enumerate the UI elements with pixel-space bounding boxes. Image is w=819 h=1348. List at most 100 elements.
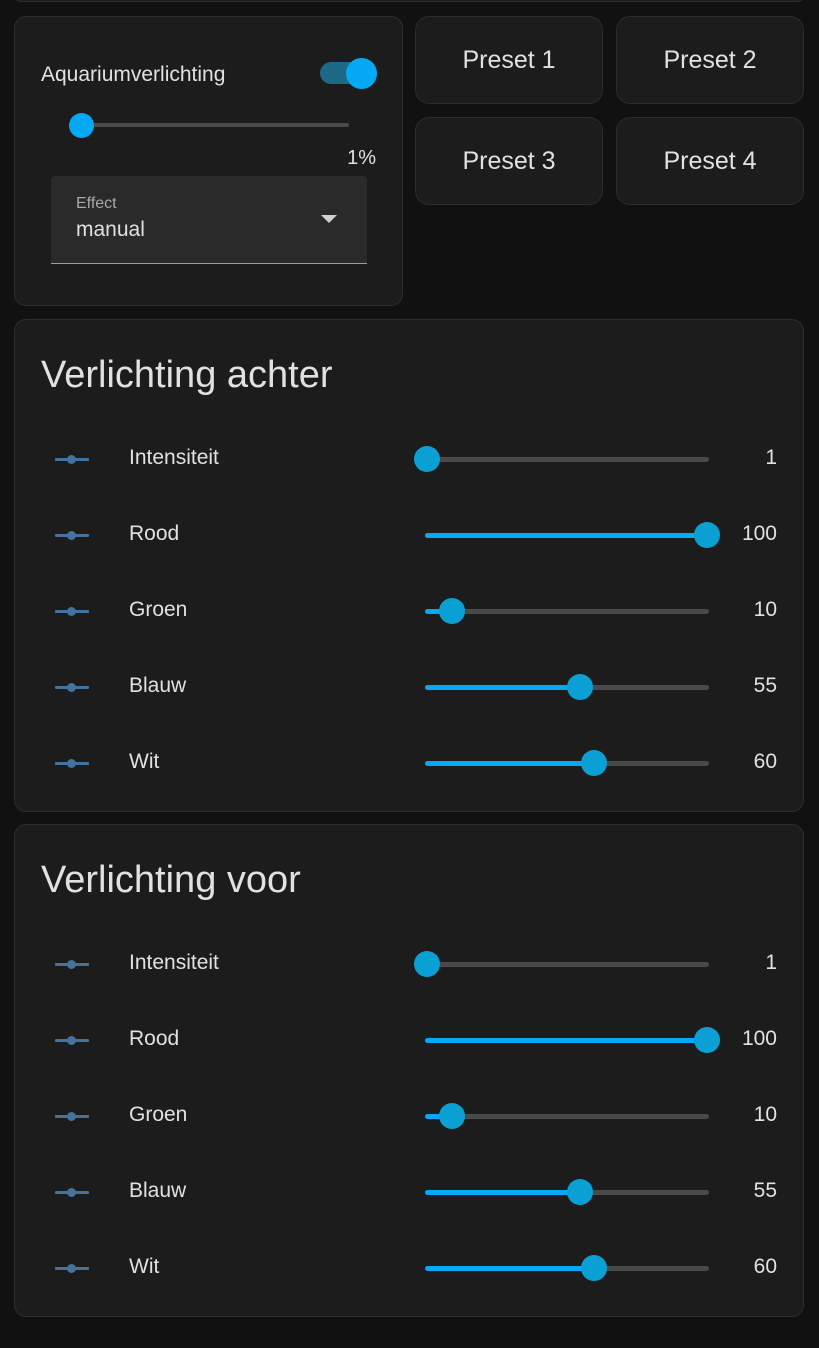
row-label: Intensiteit bbox=[129, 446, 219, 469]
slider-row: Blauw 55 bbox=[15, 667, 803, 707]
slider-row: Wit 60 bbox=[15, 1248, 803, 1288]
slider-knob[interactable] bbox=[566, 1179, 593, 1205]
tune-slider-icon bbox=[55, 1261, 89, 1275]
slider-knob[interactable] bbox=[414, 951, 440, 977]
row-value: 10 bbox=[753, 1103, 777, 1126]
slider-knob[interactable] bbox=[414, 446, 440, 472]
row-value: 100 bbox=[741, 522, 777, 545]
row-value: 60 bbox=[753, 750, 777, 773]
slider-knob[interactable] bbox=[694, 522, 720, 548]
icon-dot bbox=[67, 531, 76, 540]
icon-dot bbox=[67, 759, 76, 768]
slider-track bbox=[425, 962, 709, 967]
icon-dot bbox=[67, 1264, 76, 1273]
section-title: Verlichting voor bbox=[41, 859, 301, 901]
slider-fill bbox=[425, 761, 594, 766]
brightness-track bbox=[79, 123, 349, 127]
slider-knob[interactable] bbox=[566, 674, 593, 700]
slider-knob[interactable] bbox=[439, 598, 466, 624]
light-toggle[interactable] bbox=[320, 58, 378, 89]
row-slider[interactable] bbox=[414, 949, 709, 979]
row-value: 10 bbox=[753, 598, 777, 621]
slider-row: Groen 10 bbox=[15, 1096, 803, 1136]
effect-value: manual bbox=[76, 218, 145, 241]
tune-slider-icon bbox=[55, 604, 89, 618]
icon-dot bbox=[67, 455, 76, 464]
tune-slider-icon bbox=[55, 1033, 89, 1047]
slider-row: Intensiteit 1 bbox=[15, 439, 803, 479]
row-label: Intensiteit bbox=[129, 951, 219, 974]
tune-slider-icon bbox=[55, 680, 89, 694]
row-slider[interactable] bbox=[425, 520, 720, 550]
slider-track bbox=[425, 609, 709, 614]
row-label: Groen bbox=[129, 1103, 188, 1126]
toggle-knob bbox=[346, 58, 377, 89]
slider-knob[interactable] bbox=[580, 750, 607, 776]
row-slider[interactable] bbox=[425, 1177, 709, 1207]
tune-slider-icon bbox=[55, 957, 89, 971]
effect-select[interactable]: Effect manual bbox=[51, 176, 367, 264]
tune-slider-icon bbox=[55, 1109, 89, 1123]
row-slider[interactable] bbox=[414, 444, 709, 474]
chevron-down-icon bbox=[321, 215, 337, 223]
row-label: Groen bbox=[129, 598, 188, 621]
icon-dot bbox=[67, 1112, 76, 1121]
brightness-value: 1% bbox=[347, 147, 376, 169]
slider-fill bbox=[425, 1266, 594, 1271]
section-title: Verlichting achter bbox=[41, 354, 333, 396]
slider-knob[interactable] bbox=[694, 1027, 720, 1053]
tune-slider-icon bbox=[55, 528, 89, 542]
row-label: Blauw bbox=[129, 1179, 187, 1202]
section-card-voor: Verlichting voor Intensiteit 1 Rood 100 Groe… bbox=[14, 824, 804, 1317]
tune-slider-icon bbox=[55, 756, 89, 770]
preset-4-button[interactable]: Preset 4 bbox=[616, 117, 804, 205]
icon-dot bbox=[67, 960, 76, 969]
slider-fill bbox=[425, 533, 707, 538]
slider-track bbox=[425, 457, 709, 462]
row-slider[interactable] bbox=[425, 1253, 709, 1283]
slider-row: Wit 60 bbox=[15, 743, 803, 783]
icon-dot bbox=[67, 607, 76, 616]
brightness-slider[interactable] bbox=[69, 113, 349, 138]
light-name: Aquariumverlichting bbox=[41, 63, 226, 86]
slider-row: Rood 100 bbox=[15, 515, 803, 555]
row-label: Rood bbox=[129, 1027, 180, 1050]
brightness-knob[interactable] bbox=[69, 113, 94, 138]
slider-row: Blauw 55 bbox=[15, 1172, 803, 1212]
row-slider[interactable] bbox=[425, 672, 709, 702]
light-card: Aquariumverlichting 1% Effect manual bbox=[14, 16, 403, 306]
slider-fill bbox=[425, 685, 580, 690]
row-value: 1 bbox=[765, 951, 777, 974]
preset-1-button[interactable]: Preset 1 bbox=[415, 16, 603, 104]
icon-dot bbox=[67, 683, 76, 692]
row-label: Wit bbox=[129, 1255, 160, 1278]
row-value: 55 bbox=[753, 674, 777, 697]
row-value: 1 bbox=[765, 446, 777, 469]
row-slider[interactable] bbox=[425, 596, 709, 626]
slider-fill bbox=[425, 1190, 580, 1195]
row-slider[interactable] bbox=[425, 1101, 709, 1131]
previous-card-edge bbox=[14, 0, 804, 2]
slider-knob[interactable] bbox=[439, 1103, 466, 1129]
section-card-achter: Verlichting achter Intensiteit 1 Rood 100 Gr… bbox=[14, 319, 804, 812]
row-label: Rood bbox=[129, 522, 180, 545]
preset-2-button[interactable]: Preset 2 bbox=[616, 16, 804, 104]
preset-3-button[interactable]: Preset 3 bbox=[415, 117, 603, 205]
tune-slider-icon bbox=[55, 452, 89, 466]
slider-knob[interactable] bbox=[580, 1255, 607, 1281]
row-slider[interactable] bbox=[425, 1025, 720, 1055]
row-value: 100 bbox=[741, 1027, 777, 1050]
row-value: 55 bbox=[753, 1179, 777, 1202]
row-slider[interactable] bbox=[425, 748, 709, 778]
row-label: Blauw bbox=[129, 674, 187, 697]
icon-dot bbox=[67, 1036, 76, 1045]
tune-slider-icon bbox=[55, 1185, 89, 1199]
row-value: 60 bbox=[753, 1255, 777, 1278]
slider-track bbox=[425, 1114, 709, 1119]
slider-row: Rood 100 bbox=[15, 1020, 803, 1060]
slider-fill bbox=[425, 1038, 707, 1043]
effect-label: Effect bbox=[76, 195, 117, 212]
icon-dot bbox=[67, 1188, 76, 1197]
slider-row: Groen 10 bbox=[15, 591, 803, 631]
slider-row: Intensiteit 1 bbox=[15, 944, 803, 984]
